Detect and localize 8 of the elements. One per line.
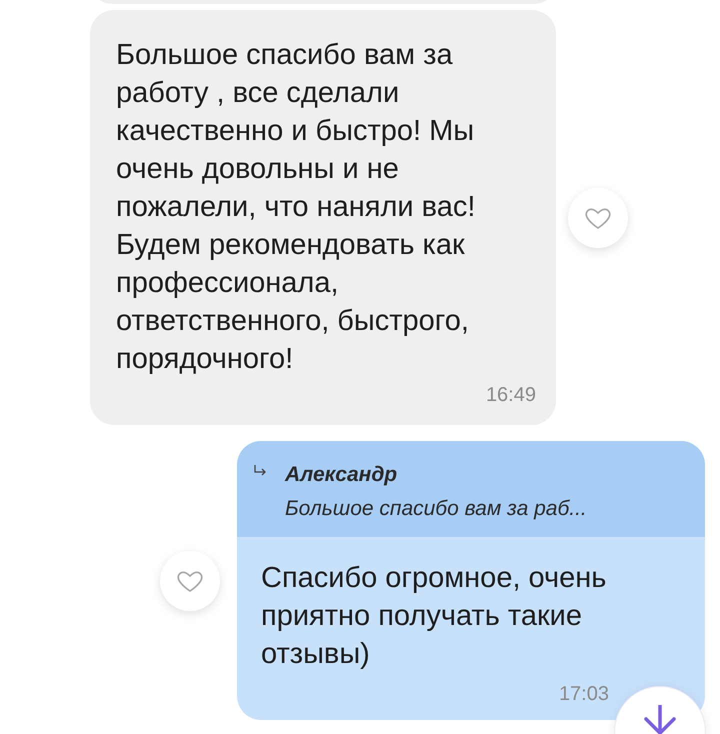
reply-text: Большое спасибо вам за раб... — [285, 497, 587, 521]
reply-quote[interactable]: Александр Большое спасибо вам за раб... — [237, 441, 705, 537]
reply-arrow-icon — [253, 465, 267, 477]
message-time: 17:03 — [558, 683, 609, 706]
message-text: Спасибо огромное, очень приятно получать такие отзывы) — [260, 561, 608, 672]
message-text: Большое спасибо вам за работу , все сделали качественно и быстро! Мы очень довольны и не пожалели, что наняли вас! Будем рекомендовать как профессионала, ответственного, быстрого, порядочного! — [116, 38, 476, 377]
message-time: 16:49 — [484, 384, 536, 407]
reply-author: Александр — [285, 463, 398, 487]
